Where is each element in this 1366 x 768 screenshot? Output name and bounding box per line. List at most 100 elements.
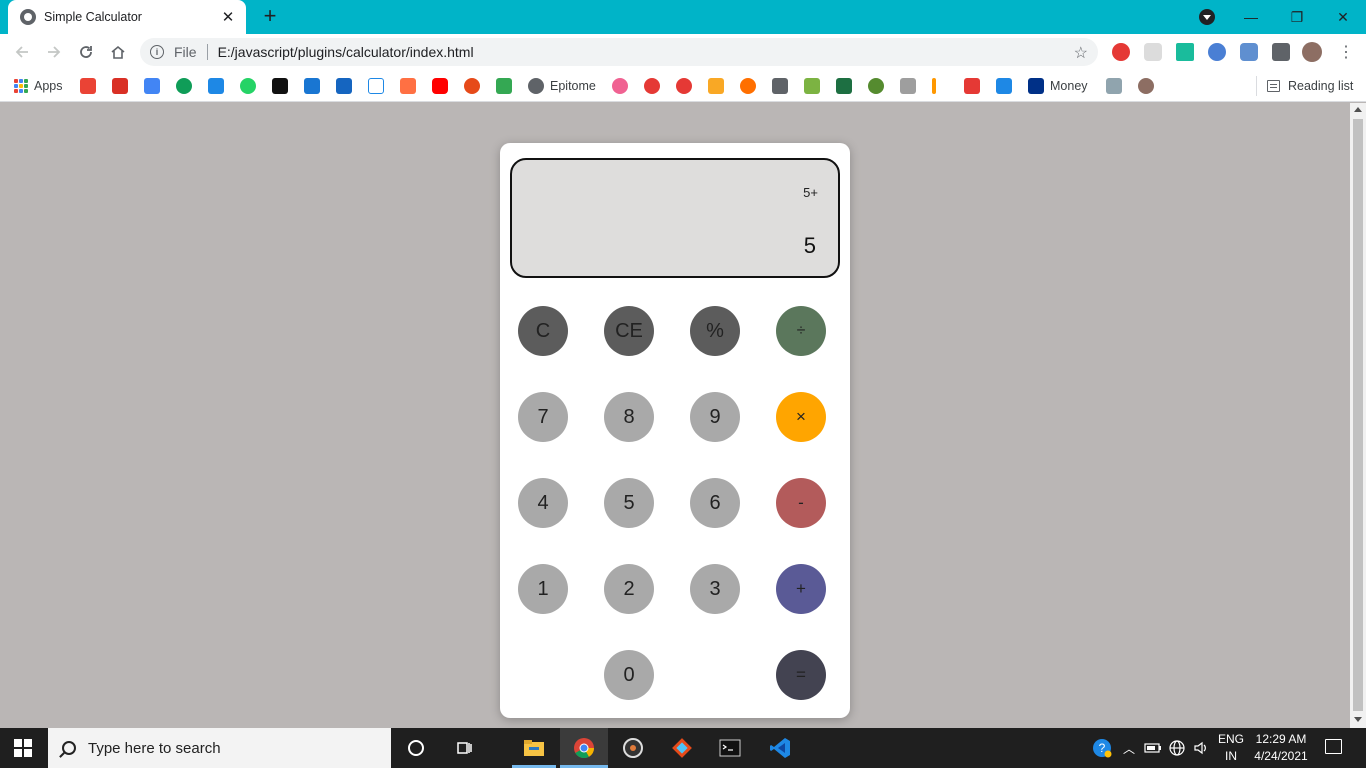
address-bar[interactable]: i File E:/javascript/plugins/calculator/… [140, 38, 1098, 66]
digit-7-button[interactable]: 7 [518, 392, 568, 442]
bookmark-site-19[interactable] [964, 77, 980, 95]
digit-6-button[interactable]: 6 [690, 478, 740, 528]
digit-2-button[interactable]: 2 [604, 564, 654, 614]
equals-button[interactable]: = [776, 650, 826, 700]
digit-5-button[interactable]: 5 [604, 478, 654, 528]
excel-icon [836, 78, 852, 94]
tab-simple-calculator[interactable]: Simple Calculator ✕ [8, 0, 246, 34]
digit-8-button[interactable]: 8 [604, 392, 654, 442]
bookmark-site-17[interactable] [900, 77, 916, 95]
calculator: 5+ 5 C CE % ÷ 7 8 9 × 4 5 6 - 1 2 3 + 0 … [500, 143, 850, 718]
digit-9-button[interactable]: 9 [690, 392, 740, 442]
bookmark-translate[interactable] [144, 77, 160, 95]
puzzle-icon[interactable] [1272, 43, 1290, 61]
chrome-icon[interactable] [572, 736, 596, 760]
vscode-icon[interactable] [768, 736, 792, 760]
tab-search-button[interactable] [1199, 9, 1215, 25]
volume-icon[interactable] [1189, 736, 1213, 760]
percent-button[interactable]: % [690, 306, 740, 356]
page-scrollbar[interactable] [1350, 103, 1366, 728]
tab-close-button[interactable]: ✕ [220, 8, 236, 26]
bookmark-site-6[interactable] [368, 77, 384, 95]
bookmark-site-5[interactable] [336, 77, 352, 95]
digit-0-button[interactable]: 0 [604, 650, 654, 700]
bookmark-site-22[interactable] [1138, 77, 1154, 95]
bookmark-site-4[interactable] [304, 77, 320, 95]
reload-button[interactable] [74, 40, 98, 64]
divide-button[interactable]: ÷ [776, 306, 826, 356]
media-player-icon[interactable] [621, 736, 645, 760]
info-icon[interactable]: i [150, 45, 164, 59]
bookmark-site-18[interactable] [932, 77, 936, 95]
forward-button[interactable] [42, 40, 66, 64]
battery-icon[interactable] [1141, 736, 1165, 760]
bookmark-excel[interactable] [836, 77, 852, 95]
file-explorer-icon[interactable] [522, 736, 546, 760]
clear-button[interactable]: C [518, 306, 568, 356]
music-extension-icon[interactable] [1208, 43, 1226, 61]
profile-avatar[interactable] [1302, 42, 1322, 62]
bookmark-gmail-2[interactable] [112, 77, 128, 95]
bookmark-site-1[interactable] [176, 77, 192, 95]
task-view-icon[interactable] [452, 736, 476, 760]
bookmark-site-21[interactable] [1106, 77, 1122, 95]
digit-1-button[interactable]: 1 [518, 564, 568, 614]
taskbar-search-box[interactable]: Type here to search [48, 728, 391, 768]
language-indicator[interactable]: ENG IN [1216, 731, 1246, 765]
system-clock[interactable]: 12:29 AM 4/24/2021 [1246, 731, 1316, 765]
bookmark-site-15[interactable] [804, 77, 820, 95]
translate-extension-icon[interactable] [1240, 43, 1258, 61]
bookmark-money[interactable]: Money [1028, 77, 1088, 95]
multiply-button[interactable]: × [776, 392, 826, 442]
close-window-button[interactable]: ✕ [1320, 0, 1366, 34]
help-icon[interactable]: ? [1090, 736, 1114, 760]
clear-entry-button[interactable]: CE [604, 306, 654, 356]
scrollbar-thumb[interactable] [1353, 119, 1363, 711]
bookmark-site-2[interactable] [208, 77, 224, 95]
windows-start-icon[interactable] [14, 739, 32, 757]
extension-icon[interactable] [1144, 43, 1162, 61]
adblock-extension-icon[interactable] [1112, 43, 1130, 61]
digit-3-button[interactable]: 3 [690, 564, 740, 614]
site-icon [900, 78, 916, 94]
reading-list-button[interactable]: Reading list [1256, 76, 1353, 96]
bookmark-site-9[interactable] [496, 77, 512, 95]
back-button[interactable] [10, 40, 34, 64]
minimize-button[interactable]: — [1228, 0, 1274, 34]
bookmark-folder[interactable] [772, 77, 788, 95]
bookmark-youtube[interactable] [432, 77, 448, 95]
git-icon[interactable] [670, 736, 694, 760]
cortana-icon[interactable] [404, 736, 428, 760]
digit-4-button[interactable]: 4 [518, 478, 568, 528]
subtract-button[interactable]: - [776, 478, 826, 528]
restore-button[interactable]: ❐ [1274, 0, 1320, 34]
notification-icon[interactable] [1325, 739, 1342, 754]
bookmark-apps[interactable]: Apps [14, 77, 63, 95]
bookmark-site-11[interactable] [644, 77, 660, 95]
bookmark-site-20[interactable] [996, 77, 1012, 95]
bookmark-site-7[interactable] [400, 77, 416, 95]
new-tab-button[interactable]: + [258, 5, 282, 29]
url-text[interactable]: E:/javascript/plugins/calculator/index.h… [218, 44, 474, 60]
expand-extension-icon[interactable] [1176, 43, 1194, 61]
bookmark-star-icon[interactable]: ☆ [1074, 43, 1088, 63]
bookmark-site-16[interactable] [868, 77, 884, 95]
bookmark-site-13[interactable] [708, 77, 724, 95]
bookmark-site-3[interactable] [272, 77, 288, 95]
terminal-icon[interactable] [718, 736, 742, 760]
previous-operand: 5+ [803, 185, 818, 200]
menu-kebab-icon[interactable]: ⋮ [1334, 40, 1358, 64]
bookmark-gmail[interactable] [80, 77, 96, 95]
scroll-up-icon[interactable] [1354, 107, 1362, 112]
network-globe-icon[interactable] [1165, 736, 1189, 760]
chevron-up-icon[interactable]: ︿ [1117, 736, 1141, 760]
bookmark-site-8[interactable] [464, 77, 480, 95]
add-button[interactable]: + [776, 564, 826, 614]
bookmark-site-12[interactable] [676, 77, 692, 95]
bookmark-epitome[interactable]: Epitome [528, 77, 596, 95]
bookmark-site-10[interactable] [612, 77, 628, 95]
home-button[interactable] [106, 40, 130, 64]
bookmark-whatsapp[interactable] [240, 77, 256, 95]
scroll-down-icon[interactable] [1354, 717, 1362, 722]
bookmark-site-14[interactable] [740, 77, 756, 95]
